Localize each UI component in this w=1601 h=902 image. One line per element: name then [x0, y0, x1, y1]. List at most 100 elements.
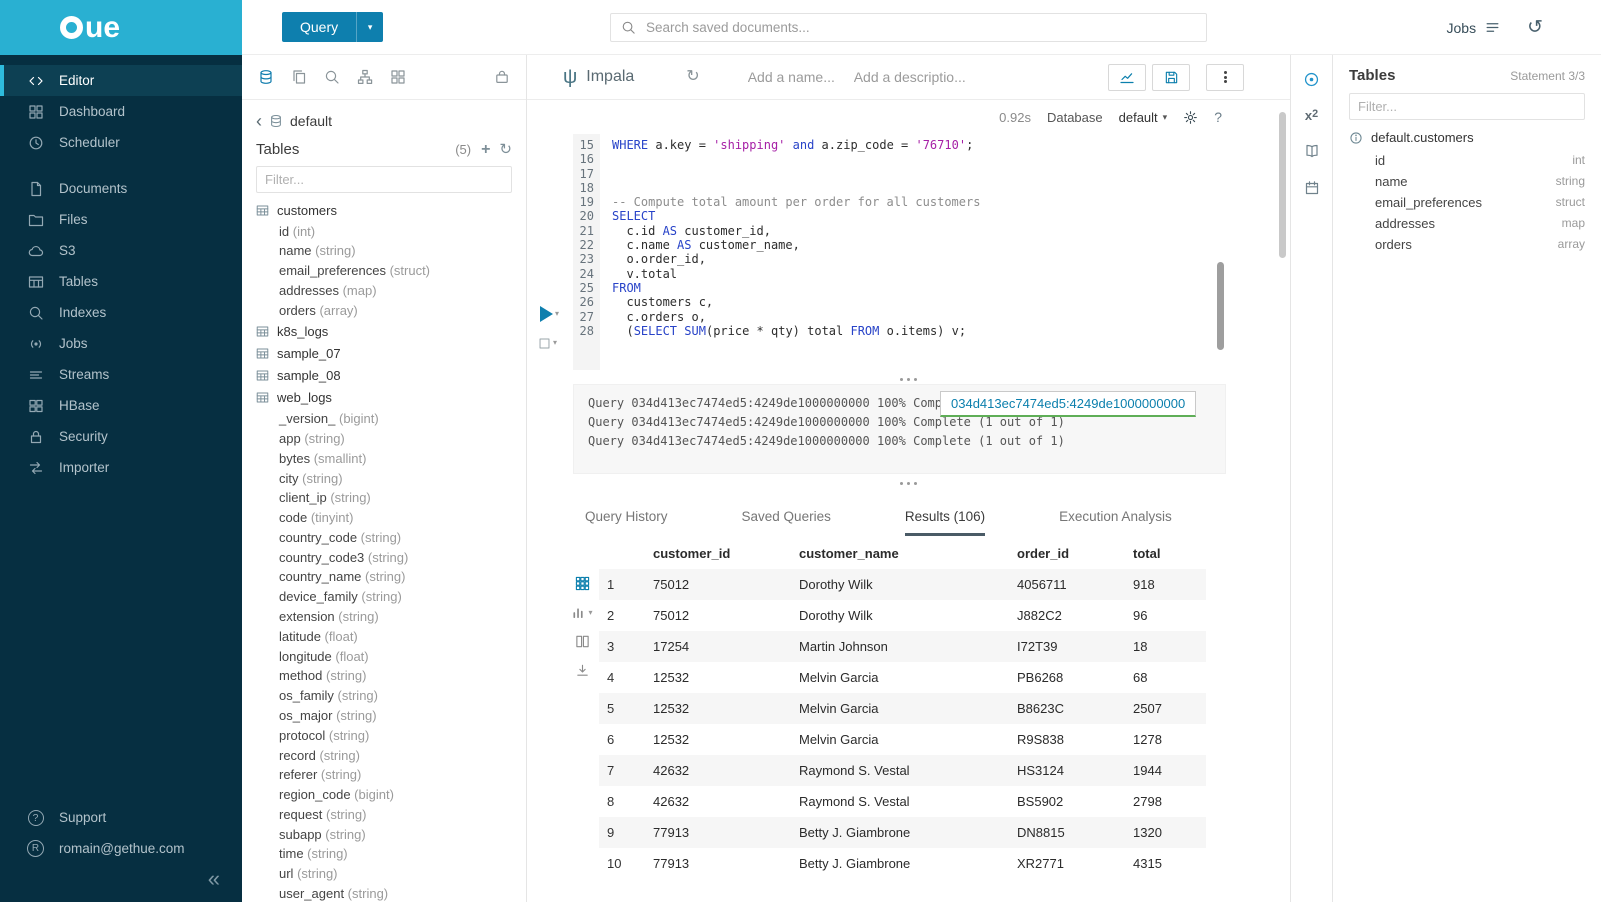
right-filter-input[interactable]	[1349, 93, 1585, 120]
sidebar-collapse-button[interactable]: «	[0, 864, 242, 902]
assist-table-customers[interactable]: customers	[242, 199, 526, 221]
result-row-6[interactable]: 612532Melvin GarciaR9S8381278	[599, 724, 1206, 755]
assist-column-device_family[interactable]: device_family (string)	[242, 587, 526, 607]
save-button[interactable]	[1152, 64, 1190, 91]
result-row-3[interactable]: 317254Martin JohnsonI72T3918	[599, 631, 1206, 662]
result-row-8[interactable]: 842632Raymond S. VestalBS59022798	[599, 786, 1206, 817]
code-editor[interactable]: ▾ ▾ 1516171819202122232425262728 WHERE a…	[527, 134, 1290, 370]
chevron-down-icon[interactable]: ▾	[356, 12, 383, 42]
assist-column-client_ip[interactable]: client_ip (string)	[242, 488, 526, 508]
schema-column-addresses[interactable]: addressesmap	[1349, 213, 1585, 234]
statement-options-button[interactable]: ▾	[538, 336, 557, 350]
schedule-calendar-icon[interactable]	[1304, 180, 1320, 196]
nav-editor[interactable]: Editor	[0, 65, 242, 96]
result-row-7[interactable]: 742632Raymond S. VestalHS31241944	[599, 755, 1206, 786]
settings-gear-icon[interactable]	[1183, 110, 1198, 125]
col-header-total[interactable]: total	[1125, 536, 1206, 569]
add-icon[interactable]: +	[481, 142, 490, 158]
functions-icon[interactable]: x2	[1305, 109, 1318, 122]
assist-column-country_name[interactable]: country_name (string)	[242, 567, 526, 587]
chart-view-icon[interactable]: ▾	[571, 605, 592, 620]
assist-column-os_major[interactable]: os_major (string)	[242, 706, 526, 726]
panel-scrollbar[interactable]	[1279, 112, 1286, 258]
assist-column-time[interactable]: time (string)	[242, 844, 526, 864]
hue-logo[interactable]: ue	[0, 0, 242, 55]
chart-button[interactable]	[1108, 64, 1146, 91]
assist-column-url[interactable]: url (string)	[242, 864, 526, 884]
assist-table-web_logs[interactable]: web_logs	[242, 387, 526, 409]
new-query-button[interactable]: Query ▾	[282, 12, 383, 42]
query-description-input[interactable]	[852, 68, 977, 86]
schema-column-id[interactable]: idint	[1349, 150, 1585, 171]
result-row-10[interactable]: 1077913Betty J. GiambroneXR27714315	[599, 848, 1206, 879]
assist-table-sample_07[interactable]: sample_07	[242, 342, 526, 364]
assist-column-region_code[interactable]: region_code (bigint)	[242, 785, 526, 805]
database-source-icon[interactable]	[258, 69, 274, 85]
assist-column-addresses[interactable]: addresses (map)	[242, 281, 526, 301]
col-header-rownum[interactable]	[599, 536, 645, 569]
nav-security[interactable]: Security	[0, 421, 242, 452]
editor-scrollbar[interactable]	[1217, 262, 1224, 350]
tab-results-106-[interactable]: Results (106)	[905, 509, 985, 536]
assist-column-bytes[interactable]: bytes (smallint)	[242, 448, 526, 468]
nav-indexes[interactable]: Indexes	[0, 297, 242, 328]
assist-column-protocol[interactable]: protocol (string)	[242, 725, 526, 745]
execute-button[interactable]: ▾	[540, 306, 559, 322]
nav-dashboard[interactable]: Dashboard	[0, 96, 242, 127]
query-name-input[interactable]	[746, 68, 838, 86]
assist-column-record[interactable]: record (string)	[242, 745, 526, 765]
documents-source-icon[interactable]	[291, 69, 307, 85]
schema-column-email_preferences[interactable]: email_preferencesstruct	[1349, 192, 1585, 213]
assist-column-extension[interactable]: extension (string)	[242, 607, 526, 627]
query-button-label[interactable]: Query	[282, 12, 356, 42]
result-row-1[interactable]: 175012Dorothy Wilk4056711918	[599, 569, 1206, 600]
assist-column-id[interactable]: id (int)	[242, 221, 526, 241]
assist-column-app[interactable]: app (string)	[242, 429, 526, 449]
database-select[interactable]: default ▾	[1119, 110, 1168, 125]
schema-column-name[interactable]: namestring	[1349, 171, 1585, 192]
assist-column-request[interactable]: request (string)	[242, 804, 526, 824]
nav-user[interactable]: R romain@gethue.com	[0, 833, 242, 864]
nav-hbase[interactable]: HBase	[0, 390, 242, 421]
database-name[interactable]: default	[290, 113, 332, 129]
resize-handle[interactable]	[527, 474, 1290, 488]
grid-view-icon[interactable]	[575, 576, 590, 591]
refresh-icon[interactable]: ↻	[499, 142, 512, 157]
assist-column-longitude[interactable]: longitude (float)	[242, 646, 526, 666]
sitemap-icon[interactable]	[357, 69, 373, 85]
apps-grid-icon[interactable]	[390, 69, 406, 85]
help-icon[interactable]: ?	[1214, 109, 1222, 125]
zoom-icon[interactable]	[324, 69, 340, 85]
result-row-2[interactable]: 275012Dorothy WilkJ882C296	[599, 600, 1206, 631]
assist-column-os_family[interactable]: os_family (string)	[242, 686, 526, 706]
nav-s3[interactable]: S3	[0, 235, 242, 266]
more-options-button[interactable]	[1206, 64, 1244, 91]
chevron-left-icon[interactable]: ‹	[256, 112, 262, 130]
assist-column-_version_[interactable]: _version_ (bigint)	[242, 409, 526, 429]
nav-jobs[interactable]: Jobs	[0, 328, 242, 359]
jobs-link[interactable]: Jobs	[1447, 19, 1502, 36]
col-header-customer_id[interactable]: customer_id	[645, 536, 791, 569]
nav-tables[interactable]: Tables	[0, 266, 242, 297]
assist-column-country_code3[interactable]: country_code3 (string)	[242, 547, 526, 567]
assist-column-orders[interactable]: orders (array)	[242, 300, 526, 320]
context-target-icon[interactable]	[1303, 71, 1320, 88]
assist-column-city[interactable]: city (string)	[242, 468, 526, 488]
assist-column-email_preferences[interactable]: email_preferences (struct)	[242, 261, 526, 281]
assist-column-user_agent[interactable]: user_agent (string)	[242, 884, 526, 902]
nav-files[interactable]: Files	[0, 204, 242, 235]
nav-streams[interactable]: Streams	[0, 359, 242, 390]
result-row-4[interactable]: 412532Melvin GarciaPB626868	[599, 662, 1206, 693]
columns-view-icon[interactable]	[575, 634, 590, 649]
code-content[interactable]: WHERE a.key = 'shipping' and a.zip_code …	[600, 134, 1290, 370]
assist-column-subapp[interactable]: subapp (string)	[242, 824, 526, 844]
result-row-9[interactable]: 977913Betty J. GiambroneDN88151320	[599, 817, 1206, 848]
search-input[interactable]	[644, 19, 1196, 36]
resize-handle[interactable]	[527, 370, 1290, 384]
bag-icon[interactable]	[494, 69, 510, 85]
assist-column-latitude[interactable]: latitude (float)	[242, 626, 526, 646]
nav-documents[interactable]: Documents	[0, 173, 242, 204]
tab-execution-analysis[interactable]: Execution Analysis	[1059, 509, 1172, 536]
schema-column-orders[interactable]: ordersarray	[1349, 234, 1585, 255]
history-icon[interactable]: ↺	[1527, 18, 1543, 37]
